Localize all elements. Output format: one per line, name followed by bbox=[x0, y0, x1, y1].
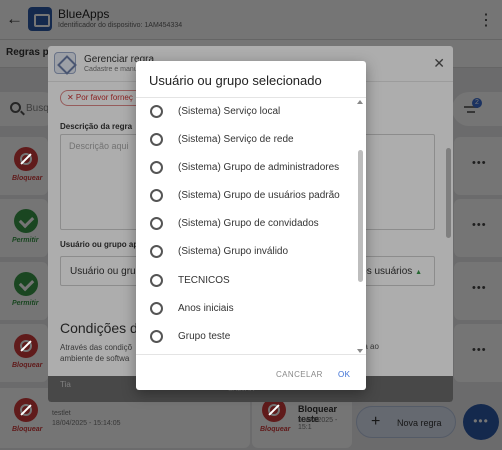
user-group-picker-dialog: Usuário ou grupo selecionado (Sistema) S… bbox=[136, 61, 366, 390]
option-label: (Sistema) Grupo de administradores bbox=[178, 162, 340, 173]
option-label: (Sistema) Grupo de usuários padrão bbox=[178, 190, 340, 201]
picker-option-list: (Sistema) Serviço local (Sistema) Serviç… bbox=[136, 97, 366, 355]
picker-option[interactable]: (Sistema) Serviço de rede bbox=[136, 127, 358, 155]
radio-button[interactable] bbox=[150, 330, 163, 343]
cancel-button[interactable]: CANCELAR bbox=[276, 370, 323, 379]
option-label: (Sistema) Grupo de convidados bbox=[178, 218, 319, 229]
picker-option[interactable]: (Sistema) Grupo de convidados bbox=[136, 211, 358, 239]
picker-option[interactable]: Grupo teste bbox=[136, 324, 358, 352]
option-label: TECNICOS bbox=[178, 275, 230, 286]
radio-button[interactable] bbox=[150, 105, 163, 118]
picker-option[interactable]: (Sistema) Grupo de administradores bbox=[136, 155, 358, 183]
picker-option[interactable]: TECNICOS bbox=[136, 268, 358, 296]
picker-option[interactable]: (Sistema) Grupo inválido bbox=[136, 239, 358, 267]
radio-button[interactable] bbox=[150, 302, 163, 315]
option-label: (Sistema) Serviço local bbox=[178, 106, 281, 117]
picker-option[interactable]: (Sistema) Grupo de usuários padrão bbox=[136, 183, 358, 211]
scroll-down-icon[interactable] bbox=[357, 349, 363, 353]
radio-button[interactable] bbox=[150, 133, 163, 146]
picker-option[interactable]: Anos iniciais bbox=[136, 296, 358, 324]
option-label: Anos iniciais bbox=[178, 303, 234, 314]
picker-scrollbar[interactable] bbox=[358, 150, 363, 282]
picker-title: Usuário ou grupo selecionado bbox=[149, 73, 322, 88]
radio-button[interactable] bbox=[150, 274, 163, 287]
ok-button[interactable]: OK bbox=[338, 370, 350, 379]
picker-option[interactable]: (Sistema) Serviço local bbox=[136, 99, 358, 127]
radio-button[interactable] bbox=[150, 161, 163, 174]
option-label: Grupo teste bbox=[178, 331, 231, 342]
option-label: (Sistema) Grupo inválido bbox=[178, 246, 289, 257]
option-label: (Sistema) Serviço de rede bbox=[178, 134, 294, 145]
radio-button[interactable] bbox=[150, 217, 163, 230]
radio-button[interactable] bbox=[150, 189, 163, 202]
radio-button[interactable] bbox=[150, 245, 163, 258]
